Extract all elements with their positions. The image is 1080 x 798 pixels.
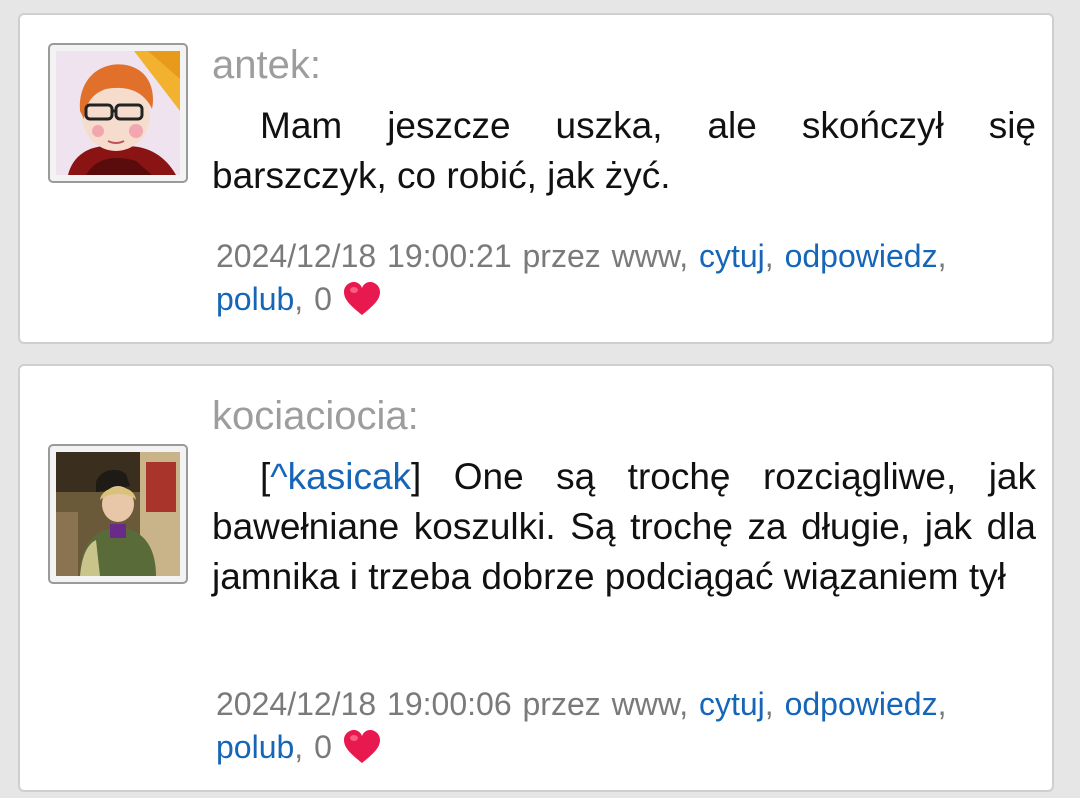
avatar-illustration-icon [56,51,180,175]
user-avatar[interactable] [48,444,188,584]
comment-source: przez www, [522,238,689,274]
mention-link[interactable]: ^kasicak [270,456,411,497]
comment-card: antek: Mam jeszcze uszka, ale skończył s… [18,13,1054,344]
comment-text: Mam jeszcze uszka, ale skończył się bars… [212,105,1036,196]
comment-body: [^kasicak] One są trochę rozciągliwe, ja… [212,452,1036,602]
comment-meta: 2024/12/18 19:00:21 przez www, cytuj, od… [216,235,1036,327]
comment-timestamp: 2024/12/18 19:00:21 [216,238,512,274]
comment-author[interactable]: antek: [212,45,321,85]
avatar-photo-icon [56,452,180,576]
like-count: 0 [314,729,332,765]
quote-link[interactable]: cytuj [699,238,765,274]
comment-source: przez www, [522,686,689,722]
comment-meta: 2024/12/18 19:00:06 przez www, cytuj, od… [216,683,1036,775]
comment-card: kociaciocia: [^kasicak] One są trochę ro… [18,364,1054,792]
user-avatar[interactable] [48,43,188,183]
mention-bracket-open: [ [260,456,271,497]
reply-link[interactable]: odpowiedz [785,238,938,274]
like-count: 0 [314,281,332,317]
mention-bracket-close: ] [411,456,422,497]
heart-icon[interactable] [343,730,381,775]
quote-link[interactable]: cytuj [699,686,765,722]
comment-body: Mam jeszcze uszka, ale skończył się bars… [212,101,1036,201]
like-link[interactable]: polub [216,729,294,765]
like-link[interactable]: polub [216,281,294,317]
comment-author[interactable]: kociaciocia: [212,396,419,436]
heart-icon[interactable] [343,282,381,327]
comment-timestamp: 2024/12/18 19:00:06 [216,686,512,722]
reply-link[interactable]: odpowiedz [785,686,938,722]
